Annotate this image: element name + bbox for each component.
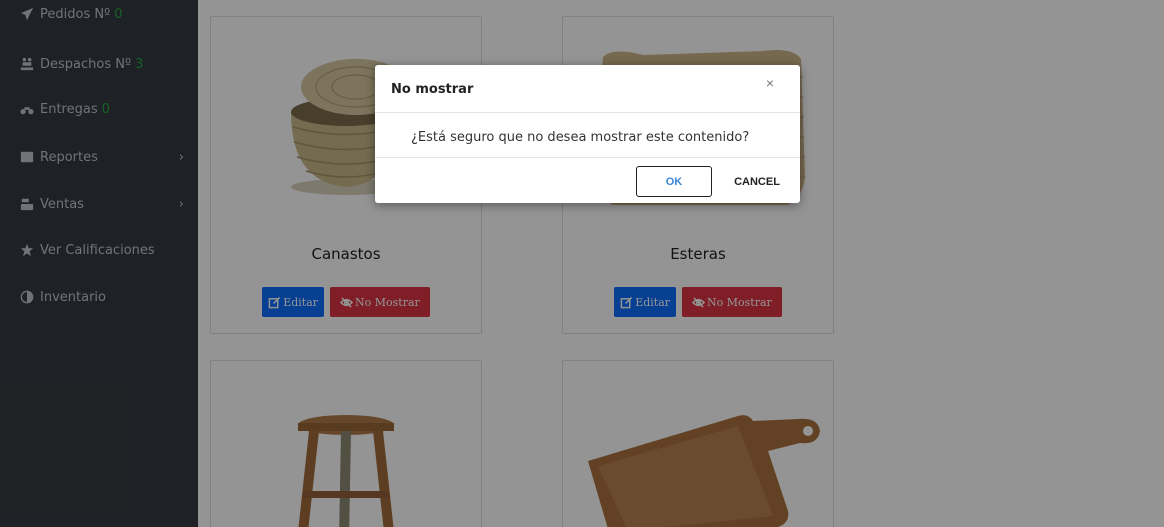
confirm-dialog: No mostrar × ¿Está seguro que no desea m…	[375, 65, 800, 203]
dialog-title: No mostrar	[391, 82, 474, 97]
dialog-header: No mostrar ×	[375, 65, 800, 113]
cancel-button[interactable]: CANCEL	[725, 166, 789, 197]
dialog-message: ¿Está seguro que no desea mostrar este c…	[411, 130, 750, 145]
ok-button[interactable]: OK	[636, 166, 712, 197]
dialog-body: ¿Está seguro que no desea mostrar este c…	[375, 113, 800, 158]
close-icon[interactable]: ×	[766, 75, 774, 91]
